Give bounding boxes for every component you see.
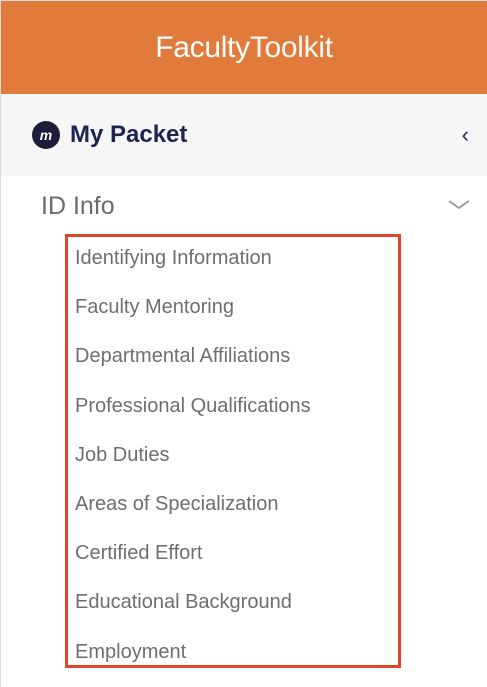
submenu-item-certified-effort[interactable]: Certified Effort xyxy=(68,542,398,591)
chevron-down-icon[interactable] xyxy=(448,197,470,215)
faculty-logo-icon: m xyxy=(34,123,58,147)
submenu-item-educational-background[interactable]: Educational Background xyxy=(68,591,398,640)
id-info-submenu-highlight: Identifying Information Faculty Mentorin… xyxy=(65,234,401,668)
chevron-left-icon[interactable]: ‹ xyxy=(462,122,469,148)
id-info-section-header[interactable]: ID Info xyxy=(1,176,487,236)
app-frame: Faculty Toolkit m My Packet ‹ ID Info Ide… xyxy=(0,0,487,687)
submenu-item-professional-qualifications[interactable]: Professional Qualifications xyxy=(68,395,398,444)
submenu-item-faculty-mentoring[interactable]: Faculty Mentoring xyxy=(68,296,398,345)
my-packet-title: My Packet xyxy=(70,121,188,148)
submenu-item-job-duties[interactable]: Job Duties xyxy=(68,444,398,493)
my-packet-menu-row[interactable]: m My Packet ‹ xyxy=(1,94,487,176)
app-header: Faculty Toolkit xyxy=(1,1,487,94)
brand-name-part2: Toolkit xyxy=(249,30,333,64)
submenu-item-areas-of-specialization[interactable]: Areas of Specialization xyxy=(68,493,398,542)
submenu-item-employment[interactable]: Employment xyxy=(68,641,398,687)
submenu-item-identifying-information[interactable]: Identifying Information xyxy=(68,247,398,296)
brand-name-part1: Faculty xyxy=(155,30,250,64)
id-info-label: ID Info xyxy=(41,191,115,220)
submenu-item-departmental-affiliations[interactable]: Departmental Affiliations xyxy=(68,345,398,394)
